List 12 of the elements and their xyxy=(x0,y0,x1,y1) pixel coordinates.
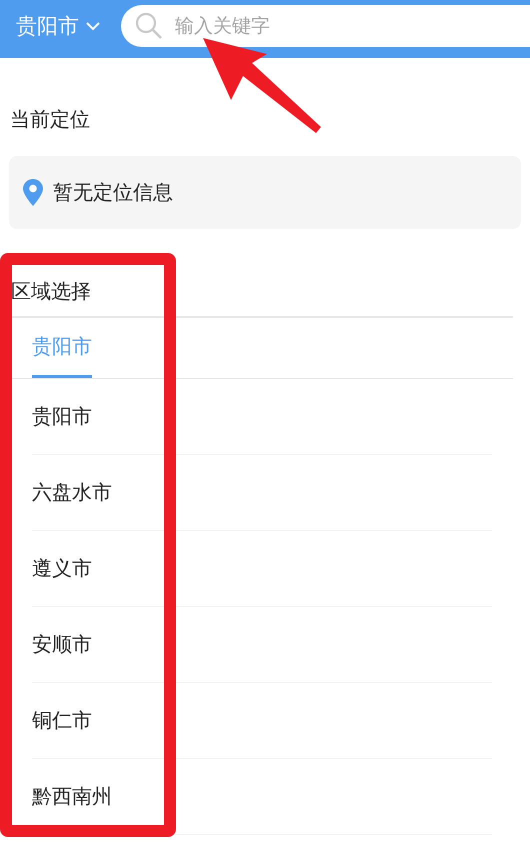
search-field[interactable]: 输入关键字 xyxy=(121,5,530,47)
region-item[interactable]: 六盘水市 xyxy=(32,479,112,506)
section-title: 当前定位 xyxy=(10,106,90,133)
region-item[interactable]: 遵义市 xyxy=(32,555,92,582)
section-title: 区域选择 xyxy=(11,278,91,304)
location-pin-icon xyxy=(23,179,43,206)
location-status: 暂无定位信息 xyxy=(53,179,173,206)
region-item[interactable]: 贵阳市 xyxy=(32,403,92,430)
chevron-down-icon xyxy=(85,21,101,31)
region-item[interactable]: 铜仁市 xyxy=(32,707,92,734)
region-item[interactable]: 黔西南州 xyxy=(32,783,112,810)
region-item[interactable]: 安顺市 xyxy=(32,631,92,658)
